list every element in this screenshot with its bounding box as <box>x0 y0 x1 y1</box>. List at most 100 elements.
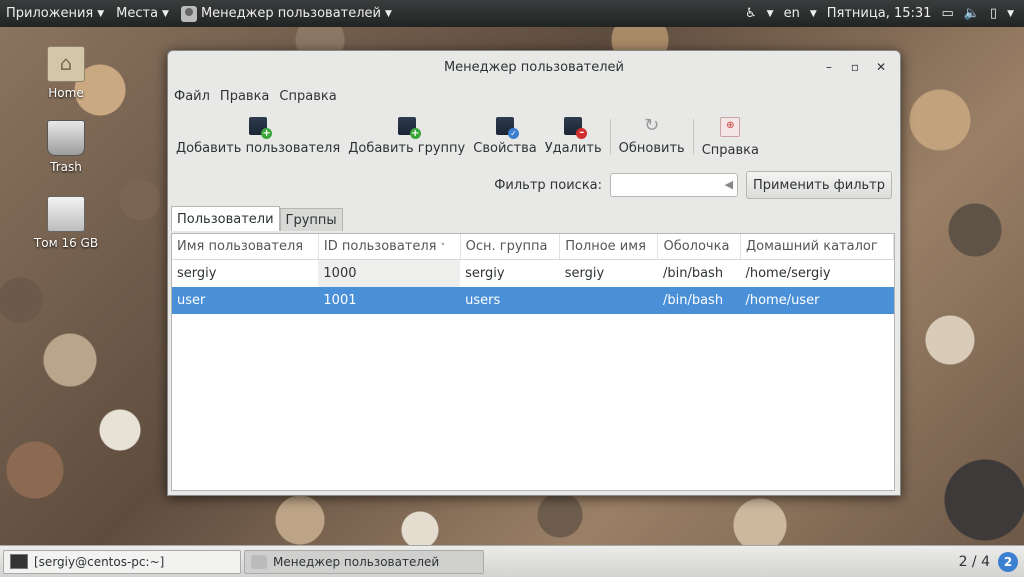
filter-field[interactable]: ◀ <box>610 173 739 197</box>
close-button[interactable]: ✕ <box>868 57 894 77</box>
desktop-icon-label: Том 16 GB <box>33 236 99 250</box>
applications-menu-label: Приложения <box>6 6 94 21</box>
menubar: Файл Правка Справка <box>168 83 900 109</box>
window-titlebar[interactable]: Менеджер пользователей – ▫ ✕ <box>168 51 900 83</box>
search-input[interactable] <box>615 175 720 197</box>
notification-badge[interactable]: 2 <box>998 551 1018 572</box>
menu-help[interactable]: Справка <box>279 89 336 104</box>
properties-label: Свойства <box>473 141 537 156</box>
places-menu[interactable]: Места ▼ <box>110 0 175 27</box>
cell-fullname <box>559 287 658 314</box>
menu-edit[interactable]: Правка <box>220 89 269 104</box>
table-header-row: Имя пользователя ID пользователя ˅ Осн. … <box>172 234 895 260</box>
desktop-icon-home[interactable]: Home <box>21 46 111 100</box>
user-manager-icon <box>251 554 267 569</box>
column-header-home[interactable]: Домашний каталог <box>740 234 895 260</box>
cell-shell: /bin/bash <box>662 266 724 281</box>
column-header-uid[interactable]: ID пользователя ˅ <box>318 234 461 260</box>
taskbar-item-terminal[interactable]: [sergiy@centos-pc:~] <box>3 549 241 574</box>
table-row[interactable]: sergiy 1000 sergiy sergiy /bin/bash /hom… <box>172 259 894 287</box>
tab-bar: Пользователи Группы <box>171 206 343 231</box>
toolbar: Добавить пользователя Добавить группу Св… <box>168 109 900 169</box>
minimize-button[interactable]: – <box>816 57 842 77</box>
refresh-label: Обновить <box>618 141 685 156</box>
help-button[interactable]: ⊕ Справка <box>698 113 763 158</box>
sort-arrow-icon: ˅ <box>440 243 446 253</box>
bottom-panel: [sergiy@centos-pc:~] Менеджер пользовате… <box>0 545 1024 577</box>
properties-icon <box>496 117 519 139</box>
apply-filter-button[interactable]: Применить фильтр <box>746 171 892 199</box>
users-table: Имя пользователя ID пользователя ˅ Осн. … <box>172 234 895 314</box>
delete-icon <box>564 117 588 139</box>
filter-label: Фильтр поиска: <box>494 177 603 193</box>
add-user-icon <box>249 117 273 139</box>
window-title: Менеджер пользователей <box>443 59 625 75</box>
cell-username: user <box>172 287 319 314</box>
home-folder-icon <box>47 46 85 82</box>
add-group-label: Добавить группу <box>348 141 466 156</box>
add-user-label: Добавить пользователя <box>176 141 341 156</box>
column-header-shell[interactable]: Оболочка <box>657 234 741 260</box>
desktop-icon-drive[interactable]: Том 16 GB <box>21 196 111 250</box>
cell-uid: 1000 <box>318 259 461 287</box>
help-label: Справка <box>701 143 759 158</box>
column-header-group[interactable]: Осн. группа <box>460 234 561 260</box>
delete-button[interactable]: Удалить <box>541 113 606 156</box>
column-header-username[interactable]: Имя пользователя <box>172 234 319 260</box>
column-header-uid-label: ID пользователя <box>323 239 437 254</box>
cell-home: /home/user <box>740 287 894 314</box>
filter-row: Фильтр поиска: ◀ Применить фильтр <box>494 171 892 199</box>
add-user-button[interactable]: Добавить пользователя <box>172 113 344 156</box>
chevron-down-icon: ▼ <box>385 8 392 19</box>
add-group-button[interactable]: Добавить группу <box>344 113 469 156</box>
tab-users[interactable]: Пользователи <box>171 206 280 231</box>
table-row-selected[interactable]: user 1001 users /bin/bash /home/user <box>172 287 894 314</box>
cell-home: /home/sergiy <box>745 266 831 281</box>
cell-group: sergiy <box>465 266 505 281</box>
chevron-down-icon: ▼ <box>162 8 169 19</box>
accessibility-icon[interactable]: ♿ <box>745 6 757 21</box>
desktop-icon-label: Home <box>48 86 84 100</box>
refresh-button[interactable]: ↻ Обновить <box>615 113 689 157</box>
help-icon: ⊕ <box>720 117 741 137</box>
keyboard-layout-indicator[interactable]: en <box>784 6 800 21</box>
clear-icon[interactable]: ◀ <box>725 178 733 191</box>
taskbar-item-label: [sergiy@centos-pc:~] <box>34 554 165 569</box>
maximize-button[interactable]: ▫ <box>842 57 868 77</box>
volume-icon[interactable]: 🔈 <box>964 6 980 21</box>
refresh-icon: ↻ <box>644 115 660 136</box>
top-panel: Приложения ▼ Места ▼ Менеджер пользовате… <box>0 0 1024 27</box>
desktop-icon-label: Trash <box>50 160 82 174</box>
properties-button[interactable]: Свойства <box>469 113 541 156</box>
cell-fullname: sergiy <box>564 266 605 281</box>
places-menu-label: Места <box>116 6 159 21</box>
cell-group: users <box>460 287 560 314</box>
chevron-down-icon: ▼ <box>1007 8 1014 19</box>
battery-icon[interactable]: ▯ <box>990 6 997 21</box>
column-header-fullname[interactable]: Полное имя <box>559 234 659 260</box>
trash-icon <box>47 120 85 156</box>
active-app-label: Менеджер пользователей <box>200 6 382 21</box>
active-app-menu[interactable]: Менеджер пользователей ▼ <box>175 0 398 27</box>
cell-shell: /bin/bash <box>657 287 741 314</box>
terminal-icon <box>10 554 28 569</box>
chevron-down-icon: ▼ <box>97 8 105 19</box>
desktop-icon-trash[interactable]: Trash <box>21 120 111 174</box>
user-manager-icon <box>180 5 197 22</box>
tab-groups[interactable]: Группы <box>279 208 343 231</box>
menu-file[interactable]: Файл <box>174 89 210 104</box>
cell-uid: 1001 <box>318 287 461 314</box>
workspace-indicator[interactable]: 2 / 4 <box>959 554 990 570</box>
drive-icon <box>47 196 85 232</box>
chevron-down-icon: ▼ <box>809 8 817 19</box>
chevron-down-icon: ▼ <box>766 8 774 19</box>
user-manager-window: Менеджер пользователей – ▫ ✕ Файл Правка… <box>167 50 901 496</box>
applications-menu[interactable]: Приложения ▼ <box>0 0 110 27</box>
toolbar-separator <box>609 119 611 155</box>
add-group-icon <box>397 117 421 139</box>
clock[interactable]: Пятница, 15:31 <box>827 6 932 21</box>
delete-label: Удалить <box>544 141 602 156</box>
toolbar-separator <box>692 119 694 155</box>
taskbar-item-user-manager[interactable]: Менеджер пользователей <box>244 549 484 574</box>
monitor-icon[interactable]: ▭ <box>941 6 953 21</box>
